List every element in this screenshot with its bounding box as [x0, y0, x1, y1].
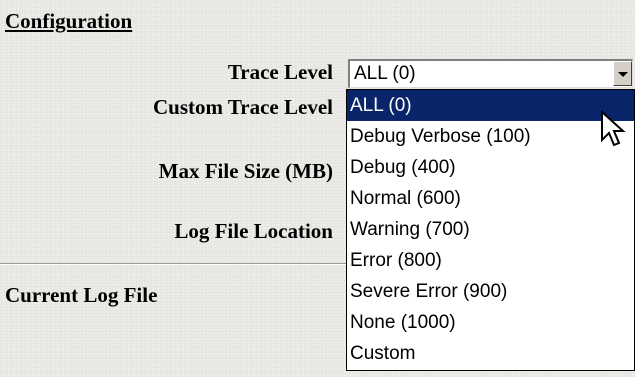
current-log-file-label: Current Log File [5, 283, 158, 307]
option-normal[interactable]: Normal (600) [347, 183, 634, 214]
option-debug[interactable]: Debug (400) [347, 152, 634, 183]
trace-level-label: Trace Level [227, 60, 333, 84]
trace-level-select[interactable]: ALL (0) [348, 59, 633, 88]
chevron-down-icon [618, 72, 628, 77]
max-file-size-label: Max File Size (MB) [158, 159, 333, 183]
trace-level-select-value: ALL (0) [354, 63, 416, 84]
log-file-location-label: Log File Location [174, 219, 333, 243]
trace-level-dropdown-button[interactable] [613, 61, 632, 86]
section-title-configuration: Configuration [5, 9, 133, 33]
option-severe-error[interactable]: Severe Error (900) [347, 276, 634, 307]
option-custom[interactable]: Custom [347, 338, 634, 369]
option-error[interactable]: Error (800) [347, 245, 634, 276]
trace-level-options-list[interactable]: ALL (0) Debug Verbose (100) Debug (400) … [346, 89, 635, 371]
custom-trace-level-label: Custom Trace Level [152, 95, 333, 119]
option-debug-verbose[interactable]: Debug Verbose (100) [347, 121, 634, 152]
section-divider [0, 263, 348, 265]
option-warning[interactable]: Warning (700) [347, 214, 634, 245]
option-all[interactable]: ALL (0) [347, 90, 634, 121]
option-none[interactable]: None (1000) [347, 307, 634, 338]
